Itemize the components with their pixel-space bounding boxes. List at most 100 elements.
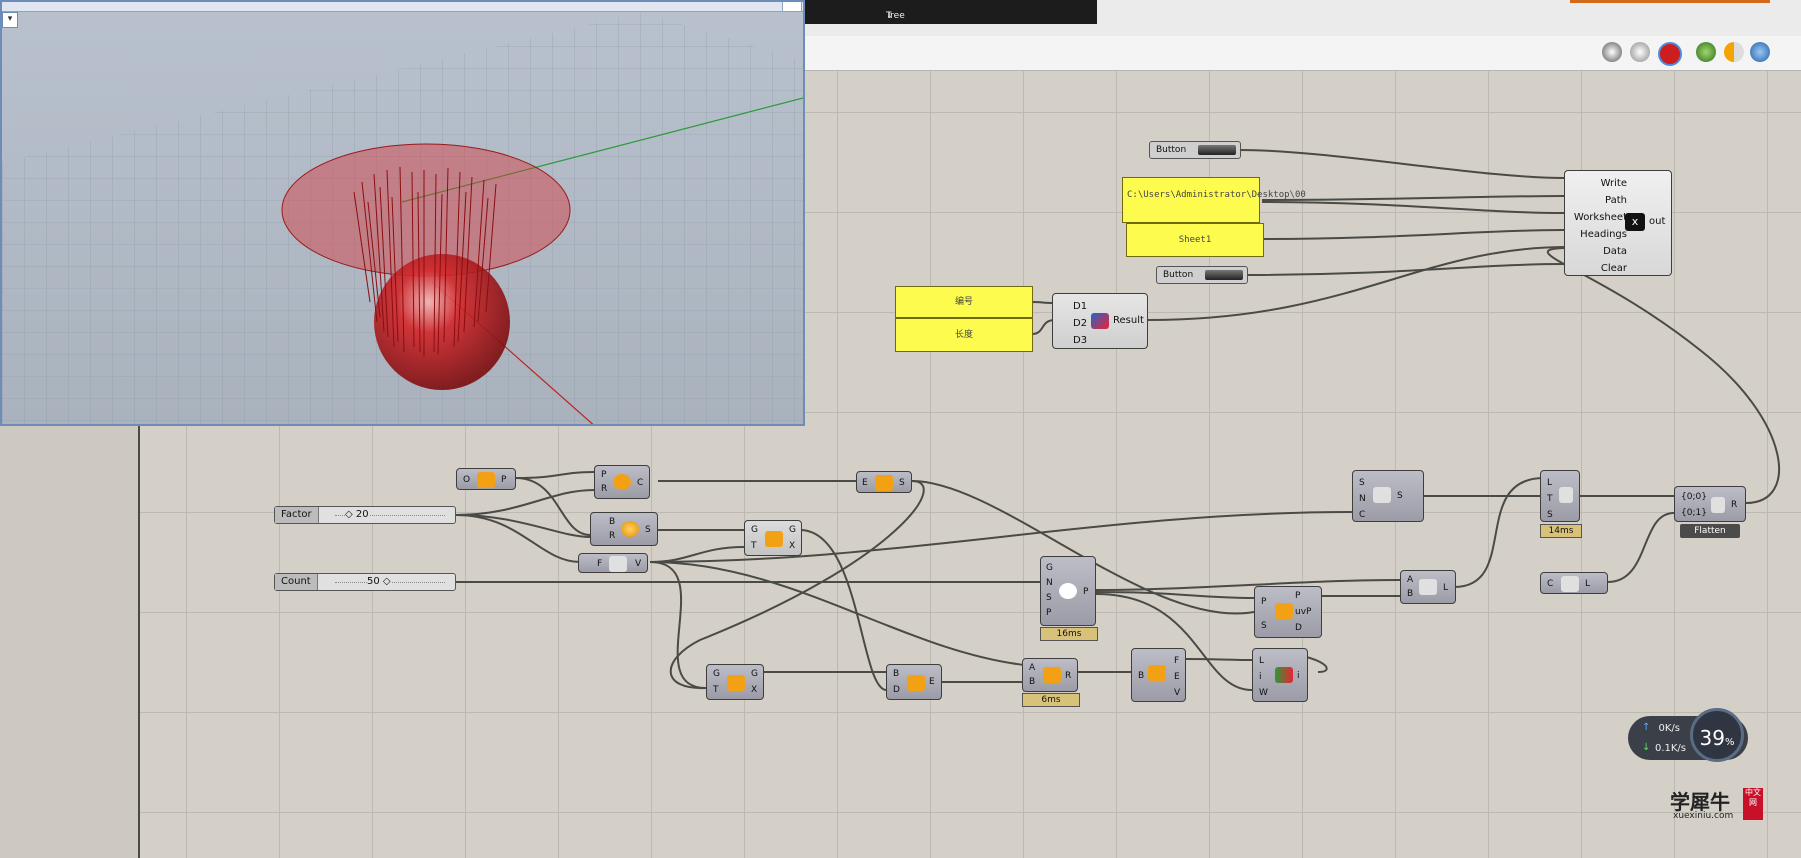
sphere-input-r[interactable]: R [609, 531, 615, 541]
intersection-input-a[interactable]: A [1029, 663, 1035, 673]
move-component-1[interactable]: G T G X [744, 520, 802, 556]
document-preview-icon[interactable] [1696, 42, 1716, 62]
move2-input-t[interactable]: T [713, 685, 719, 695]
line-input-b[interactable]: B [1407, 589, 1413, 599]
sphere-component[interactable]: B R S [590, 512, 658, 546]
write-button[interactable]: Button [1149, 141, 1241, 159]
move2-output-g[interactable]: G [751, 669, 758, 679]
merge-text-component[interactable]: D1 D2 D3 Result [1052, 293, 1148, 349]
intersection-component[interactable]: A B R [1022, 658, 1078, 692]
excel-input-clear[interactable]: Clear [1565, 260, 1627, 277]
entwine-input-1[interactable]: {0;1} [1681, 508, 1707, 518]
circle-component[interactable]: P R C [594, 465, 650, 499]
sheet-panel[interactable]: Sheet1 [1126, 223, 1264, 257]
move1-input-t[interactable]: T [751, 541, 757, 551]
excel-input-worksheet[interactable]: Worksheet [1565, 209, 1627, 226]
preview-selected-icon[interactable] [1658, 42, 1682, 66]
scp-output-d[interactable]: D [1295, 623, 1302, 633]
deconstruct-output-v[interactable]: V [1174, 685, 1180, 701]
circle-input-p[interactable]: P [601, 470, 606, 480]
circle-output-c[interactable]: C [637, 478, 643, 488]
merge-output-result[interactable]: Result [1113, 316, 1144, 326]
line-component[interactable]: A B L [1400, 570, 1456, 604]
deconstruct-brep-component[interactable]: B F E V [1131, 648, 1186, 702]
excel-input-write[interactable]: Write [1565, 175, 1627, 192]
project-input-b[interactable]: B [893, 669, 899, 679]
sphere-output-s[interactable]: S [645, 525, 651, 535]
project-output-e[interactable]: E [929, 677, 935, 687]
divide-input-l[interactable]: L [1547, 475, 1553, 491]
divide-input-t[interactable]: T [1547, 491, 1553, 507]
project-component[interactable]: B D E [886, 664, 942, 700]
series-component[interactable]: S N C S [1352, 470, 1424, 522]
xy-plane-output-p[interactable]: P [501, 475, 506, 485]
scp-output-p[interactable]: P [1295, 591, 1300, 601]
memory-usage-gauge[interactable]: 39% [1690, 708, 1744, 762]
excel-input-path[interactable]: Path [1565, 192, 1627, 209]
insert-input-l[interactable]: L [1259, 653, 1268, 669]
insert-items-component[interactable]: L i W i [1252, 648, 1308, 702]
xy-plane-component[interactable]: O P [456, 468, 516, 490]
series-input-s[interactable]: S [1359, 475, 1366, 491]
excel-output-out[interactable]: out [1649, 217, 1665, 227]
preview-mesh-icon[interactable] [1724, 42, 1744, 62]
divide-input-s[interactable]: S [1547, 507, 1553, 523]
insert-input-w[interactable]: W [1259, 685, 1268, 701]
series-input-n[interactable]: N [1359, 491, 1366, 507]
length-output-l[interactable]: L [1585, 579, 1590, 589]
circle-input-r[interactable]: R [601, 484, 607, 494]
excel-input-data[interactable]: Data [1565, 243, 1627, 260]
clear-button[interactable]: Button [1156, 266, 1248, 284]
merge-input-d3[interactable]: D3 [1073, 332, 1087, 349]
move1-output-g[interactable]: G [789, 525, 796, 535]
line-output-l[interactable]: L [1443, 583, 1448, 593]
length-input-c[interactable]: C [1547, 579, 1553, 589]
populate-geometry-component[interactable]: G N S P P [1040, 556, 1096, 626]
tab-scroll-icon[interactable]: ↓ [886, 11, 1091, 21]
move-component-2[interactable]: G T G X [706, 664, 764, 700]
move2-output-x[interactable]: X [751, 685, 757, 695]
series-output-s[interactable]: S [1397, 491, 1403, 501]
count-slider[interactable]: Count 50 ◇ [274, 573, 456, 591]
unit-z-output-v[interactable]: V [635, 559, 641, 569]
excel-input-headings[interactable]: Headings [1565, 226, 1627, 243]
insert-input-i[interactable]: i [1259, 669, 1268, 685]
surface-closest-point-component[interactable]: P S P uvP D [1254, 586, 1322, 638]
series-input-c[interactable]: C [1359, 507, 1366, 523]
merge-input-d2[interactable]: D2 [1073, 315, 1087, 332]
extrude-output-s[interactable]: S [899, 478, 905, 488]
display-settings-icon[interactable] [1750, 42, 1770, 62]
entwine-component[interactable]: {0;0} {0;1} R [1674, 486, 1746, 522]
factor-slider[interactable]: Factor ◇ 20 [274, 506, 456, 524]
merge-input-d1[interactable]: D1 [1073, 298, 1087, 315]
rhino-viewport[interactable]: ▾ [0, 0, 805, 426]
component-tab-strip[interactable]: Tree ↓ [800, 0, 1097, 24]
extrude-input-e[interactable]: E [862, 478, 868, 488]
scp-output-uvp[interactable]: uvP [1295, 607, 1311, 617]
xy-plane-input-o[interactable]: O [463, 475, 470, 485]
entwine-output-r[interactable]: R [1731, 500, 1737, 510]
deconstruct-input-b[interactable]: B [1138, 671, 1144, 681]
header2-panel[interactable]: 长度 [895, 318, 1033, 352]
insert-output-i[interactable]: i [1297, 671, 1300, 681]
unit-z-component[interactable]: F V [578, 553, 648, 573]
populate-input-p[interactable]: P [1046, 606, 1053, 621]
sphere-input-b[interactable]: B [609, 517, 615, 527]
populate-input-g[interactable]: G [1046, 561, 1053, 576]
header1-panel[interactable]: 编号 [895, 286, 1033, 318]
deconstruct-output-f[interactable]: F [1174, 653, 1180, 669]
deconstruct-output-e[interactable]: E [1174, 669, 1180, 685]
populate-input-n[interactable]: N [1046, 576, 1053, 591]
path-panel[interactable]: C:\Users\Administrator\Desktop\00 [1122, 177, 1306, 223]
scp-input-p[interactable]: P [1261, 597, 1266, 607]
project-input-d[interactable]: D [893, 685, 900, 695]
intersection-input-b[interactable]: B [1029, 677, 1035, 687]
entwine-input-0[interactable]: {0;0} [1681, 492, 1707, 502]
populate-input-s[interactable]: S [1046, 591, 1053, 606]
extrude-component[interactable]: E S [856, 471, 912, 493]
move1-input-g[interactable]: G [751, 525, 758, 535]
divide-curve-component[interactable]: L T S [1540, 470, 1580, 522]
preview-wireframe-icon[interactable] [1602, 42, 1622, 62]
preview-shaded-icon[interactable] [1630, 42, 1650, 62]
line-input-a[interactable]: A [1407, 575, 1413, 585]
